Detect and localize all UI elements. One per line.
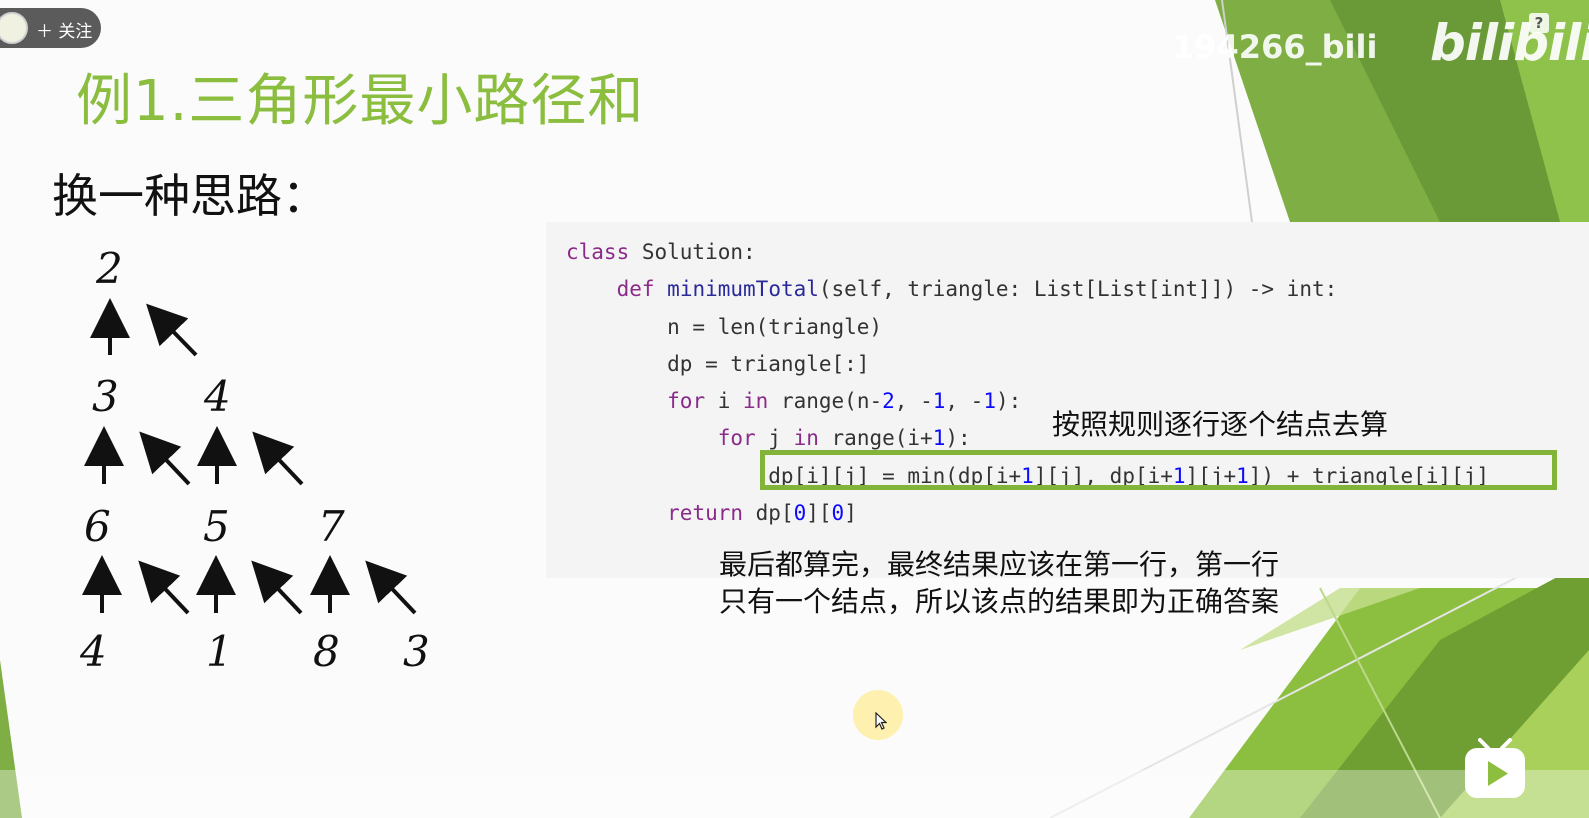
code-line: n = len(triangle): [566, 314, 883, 339]
annotation-result-line: 只有一个结点，所以该点的结果即为正确答案: [719, 585, 1280, 618]
arrow-up-left-icon: [138, 560, 190, 615]
triangle-node: 3: [403, 627, 430, 676]
annotation-loop: 按照规则逐行逐个结点去算: [1052, 408, 1389, 441]
watermark-uid: 194266_bili: [1172, 28, 1378, 66]
cursor-icon: [875, 712, 887, 730]
triangle-node: 1: [206, 627, 233, 676]
triangle-diagram: 2 3 4 6 5 7 4 1 8 3: [79, 244, 430, 676]
cursor-highlight: [853, 690, 903, 740]
help-icon[interactable]: ?: [1529, 13, 1549, 33]
code-line: def minimumTotal(self, triangle: List[Li…: [616, 277, 1338, 302]
arrow-up-left-icon: [251, 560, 303, 615]
code-line: return dp[0][0]: [667, 501, 857, 526]
annotation-result: 最后都算完，最终结果应该在第一行，第一行 只有一个结点，所以该点的结果即为正确答…: [719, 546, 1279, 620]
triangle-node: 8: [313, 627, 340, 676]
watermark-logo: bilibili: [1430, 14, 1589, 72]
arrow-up-left-icon: [139, 431, 191, 486]
follow-button[interactable]: ＋ 关注: [0, 8, 101, 48]
triangle-node: 6: [84, 502, 111, 551]
code-line: dp = triangle[:]: [566, 351, 870, 376]
code-line: for i in range(n-2, -1, -1):: [667, 389, 1022, 414]
highlight-box: [760, 450, 1557, 490]
play-icon[interactable]: [1462, 736, 1528, 802]
triangle-node: 5: [203, 502, 230, 551]
slide: 例1.三角形最小路径和 换一种思路： 2 3 4 6 5 7 4 1 8 3 c…: [0, 0, 1589, 818]
triangle-node: 4: [203, 372, 231, 421]
annotation-result-line: 最后都算完，最终结果应该在第一行，第一行: [719, 548, 1280, 581]
code-line: for j in range(i+1):: [717, 426, 971, 451]
triangle-node: 3: [92, 372, 119, 421]
arrow-up-left-icon: [365, 560, 417, 615]
triangle-node: 4: [79, 627, 107, 676]
code-line: class Solution:: [566, 240, 756, 264]
code-block: class Solution: def minimumTotal(self, t…: [546, 222, 1589, 578]
arrow-up-left-icon: [146, 303, 198, 357]
follow-label: ＋ 关注: [36, 22, 93, 42]
triangle-node: 7: [318, 502, 345, 551]
avatar-icon[interactable]: [0, 12, 28, 44]
arrow-up-left-icon: [252, 431, 304, 486]
triangle-node: 2: [95, 244, 123, 293]
